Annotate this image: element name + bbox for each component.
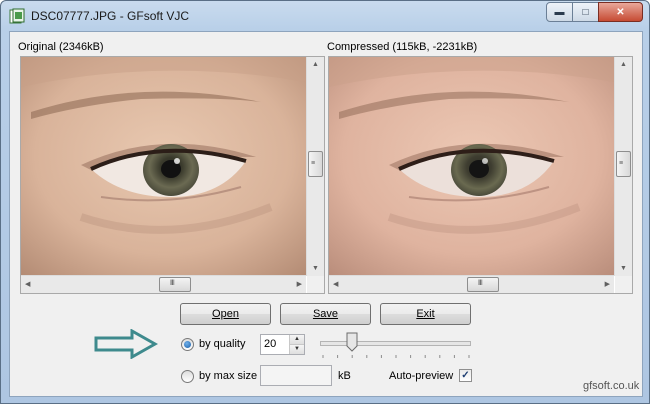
scroll-down-icon[interactable]: ▼ (312, 265, 319, 272)
original-vertical-scrollbar[interactable]: ▲ ≡ ▼ (306, 57, 324, 276)
compressed-horizontal-scrollbar[interactable]: ◀ ‖‖ ▶ (329, 275, 614, 293)
app-icon[interactable] (9, 8, 25, 24)
open-button-label: Open (212, 308, 239, 320)
client-area: Original (2346kB) Compressed (115kB, -22… (9, 31, 643, 397)
compressed-image-view[interactable]: ▲ ≡ ▼ ◀ ‖‖ ▶ (328, 56, 633, 294)
scroll-left-icon[interactable]: ◀ (25, 281, 30, 288)
vertical-scroll-thumb[interactable]: ≡ (616, 151, 631, 177)
scroll-right-icon[interactable]: ▶ (605, 281, 610, 288)
radio-selected-dot (184, 341, 191, 348)
compressed-vertical-scrollbar[interactable]: ▲ ≡ ▼ (614, 57, 632, 276)
by-max-size-radio[interactable] (181, 370, 194, 383)
quality-slider-track[interactable] (320, 341, 471, 346)
grip-icon: ‖‖ (170, 280, 175, 287)
size-unit-label: kB (338, 370, 351, 382)
max-size-input[interactable] (260, 365, 332, 386)
original-image-view[interactable]: ▲ ≡ ▼ ◀ ‖‖ ▶ (20, 56, 325, 294)
slider-ticks (322, 355, 470, 358)
auto-preview-label[interactable]: Auto-preview (389, 370, 453, 382)
quality-spinner[interactable]: 20 ▲ ▼ (260, 334, 305, 355)
app-window: DSC07777.JPG - GFsoft VJC ▬ □ ✕ Original… (0, 0, 650, 404)
by-quality-label[interactable]: by quality (199, 338, 245, 350)
save-button-label: Save (312, 308, 339, 320)
window-title: DSC07777.JPG - GFsoft VJC (31, 9, 190, 23)
scroll-corner (615, 276, 632, 293)
close-icon: ✕ (616, 6, 625, 18)
horizontal-scroll-thumb[interactable]: ‖‖ (159, 277, 191, 292)
maximize-icon: □ (582, 6, 589, 18)
checkmark-icon: ✓ (461, 370, 470, 381)
scroll-up-icon[interactable]: ▲ (312, 61, 319, 68)
save-button[interactable]: Save (280, 303, 371, 325)
horizontal-scroll-thumb[interactable]: ‖‖ (467, 277, 499, 292)
minimize-button[interactable]: ▬ (546, 2, 573, 22)
scroll-corner (307, 276, 324, 293)
scroll-down-icon[interactable]: ▼ (620, 265, 627, 272)
scroll-left-icon[interactable]: ◀ (333, 281, 338, 288)
grip-icon: ‖‖ (478, 280, 483, 287)
scroll-right-icon[interactable]: ▶ (297, 281, 302, 288)
title-bar[interactable]: DSC07777.JPG - GFsoft VJC ▬ □ ✕ (1, 1, 649, 31)
maximize-button[interactable]: □ (572, 2, 599, 22)
minimize-icon: ▬ (554, 6, 565, 18)
close-button[interactable]: ✕ (598, 2, 643, 22)
quality-slider-thumb[interactable] (346, 332, 358, 352)
website-link[interactable]: gfsoft.co.uk (583, 380, 639, 392)
arrow-right-icon (94, 329, 158, 359)
compressed-photo (329, 57, 614, 276)
scroll-up-icon[interactable]: ▲ (620, 61, 627, 68)
quality-value[interactable]: 20 (264, 338, 276, 350)
original-photo (21, 57, 306, 276)
exit-button[interactable]: Exit (380, 303, 471, 325)
spin-up-icon[interactable]: ▲ (289, 335, 304, 345)
compressed-label: Compressed (115kB, -2231kB) (327, 41, 478, 53)
original-horizontal-scrollbar[interactable]: ◀ ‖‖ ▶ (21, 275, 306, 293)
by-quality-radio[interactable] (181, 338, 194, 351)
exit-button-label: Exit (416, 308, 435, 320)
spin-down-icon[interactable]: ▼ (289, 345, 304, 354)
original-label: Original (2346kB) (18, 41, 104, 53)
vertical-scroll-thumb[interactable]: ≡ (308, 151, 323, 177)
by-max-size-label[interactable]: by max size (199, 370, 257, 382)
grip-icon: ≡ (619, 160, 623, 167)
auto-preview-checkbox[interactable]: ✓ (459, 369, 472, 382)
grip-icon: ≡ (311, 160, 315, 167)
open-button[interactable]: Open (180, 303, 271, 325)
